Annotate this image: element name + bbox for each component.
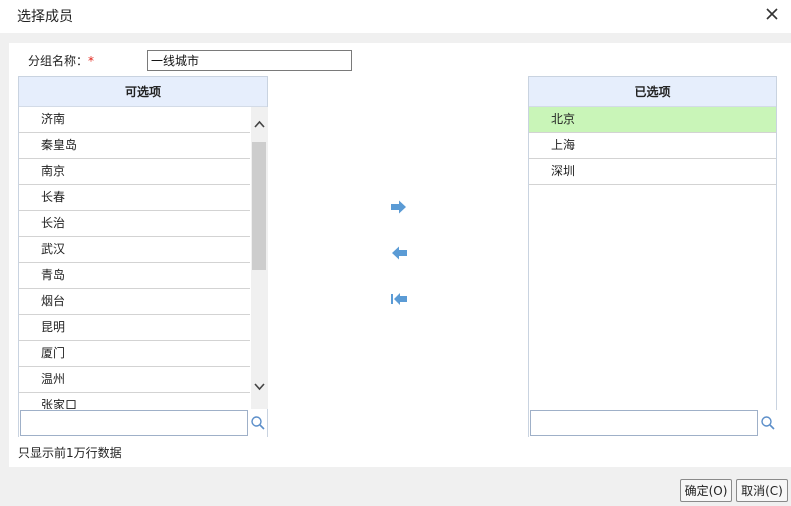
dialog-titlebar: 选择成员 (0, 0, 791, 33)
list-item[interactable]: 温州 (19, 367, 250, 393)
list-item[interactable]: 长治 (19, 211, 250, 237)
list-item[interactable]: 厦门 (19, 341, 250, 367)
scroll-thumb[interactable] (252, 142, 266, 270)
list-item[interactable]: 济南 (19, 107, 250, 133)
list-item[interactable]: 昆明 (19, 315, 250, 341)
required-mark: * (88, 54, 95, 68)
dialog-title: 选择成员 (17, 9, 73, 25)
available-search-box (19, 410, 267, 437)
list-item[interactable]: 北京 (529, 107, 776, 133)
list-item[interactable]: 深圳 (529, 159, 776, 185)
list-item[interactable]: 长春 (19, 185, 250, 211)
search-icon[interactable] (760, 415, 776, 431)
selected-list: 北京 上海 深圳 (529, 107, 776, 409)
available-panel: 可选项 济南 秦皇岛 南京 长春 长治 武汉 青岛 烟台 昆明 厦门 温州 张家口 (18, 76, 268, 437)
selected-search-box (529, 410, 777, 437)
scroll-down-icon[interactable] (251, 379, 268, 395)
selected-panel: 已选项 北京 上海 深圳 (528, 76, 777, 437)
row-limit-note: 只显示前1万行数据 (18, 446, 122, 460)
list-item[interactable]: 秦皇岛 (19, 133, 250, 159)
available-header: 可选项 (19, 77, 267, 107)
list-item[interactable]: 南京 (19, 159, 250, 185)
available-list: 济南 秦皇岛 南京 长春 长治 武汉 青岛 烟台 昆明 厦门 温州 张家口 (19, 107, 250, 409)
close-icon[interactable] (764, 6, 780, 22)
arrow-left-all-icon[interactable] (390, 292, 408, 306)
list-item[interactable]: 青岛 (19, 263, 250, 289)
scroll-up-icon[interactable] (251, 117, 268, 133)
search-icon[interactable] (250, 415, 266, 431)
group-name-label-text: 分组名称： (28, 54, 89, 68)
group-name-input[interactable] (147, 50, 352, 71)
list-item[interactable]: 烟台 (19, 289, 250, 315)
arrow-left-icon[interactable] (390, 246, 408, 260)
cancel-button[interactable]: 取消(C) (736, 479, 788, 502)
available-scrollbar[interactable] (251, 107, 268, 409)
list-item[interactable]: 武汉 (19, 237, 250, 263)
available-search-input[interactable] (20, 410, 248, 436)
list-item[interactable]: 张家口 (19, 393, 250, 409)
list-item[interactable]: 上海 (529, 133, 776, 159)
ok-button[interactable]: 确定(O) (680, 479, 732, 502)
selected-search-input[interactable] (530, 410, 758, 436)
selected-header: 已选项 (529, 77, 776, 107)
group-name-label: 分组名称：* (28, 52, 94, 69)
arrow-right-icon[interactable] (390, 200, 408, 214)
